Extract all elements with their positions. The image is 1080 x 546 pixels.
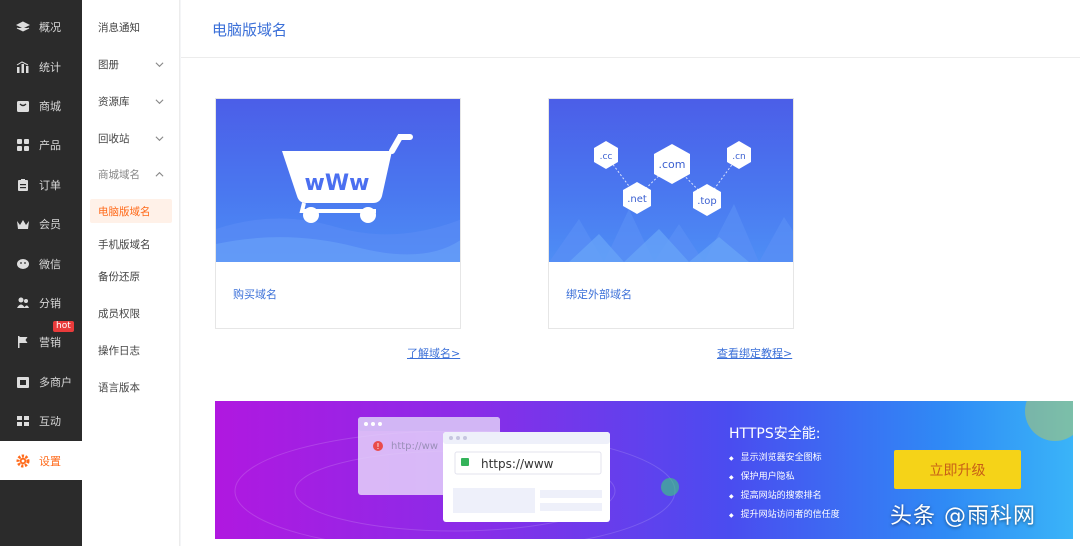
cart-illustration: wWw [216,99,460,262]
banner-features: 显示浏览器安全图标 保护用户隐私 提高网站的搜索排名 提升网站访问者的信任度 [729,449,840,525]
merchant-icon [16,375,30,389]
nav-item-interact[interactable]: 互动 [0,401,82,440]
nav-item-orders[interactable]: 订单 [0,165,82,204]
submenu-item-resources[interactable]: 资源库 [90,89,172,113]
submenu-item-store-domain[interactable]: 商城域名 [90,162,172,186]
nav-item-stats[interactable]: 统计 [0,47,82,86]
svg-text:!: ! [376,442,379,451]
nav-item-wechat[interactable]: 微信 [0,244,82,283]
chevron-down-icon [155,135,164,141]
bind-domain-caption[interactable]: 绑定外部域名 [549,262,793,302]
page-title: 电脑版域名 [181,0,1080,58]
nav-item-marketing[interactable]: 营销 [0,322,82,361]
tld-cn: .cn [732,152,746,162]
nav-item-merchants[interactable]: 多商户 [0,362,82,401]
submenu-item-pc-domain[interactable]: 电脑版域名 [90,199,172,223]
main-content: 电脑版域名 wWw 购买域名 了解域名> .cc .com .cn .net .… [181,0,1080,546]
feature-item: 保护用户隐私 [729,468,840,487]
submenu-item-recycle-bin[interactable]: 回收站 [90,126,172,150]
buy-domain-card[interactable]: wWw 购买域名 [215,98,461,329]
tld-top: .top [697,196,717,207]
tld-cc: .cc [600,152,613,162]
bind-domain-card[interactable]: .cc .com .cn .net .top 绑定外部域名 [548,98,794,329]
store-icon [16,99,30,113]
submenu-item-notifications[interactable]: 消息通知 [90,15,172,39]
nav-item-distribution[interactable]: 分销 [0,283,82,322]
nav-item-settings[interactable]: 设置 [0,441,82,480]
feature-item: 提高网站的搜索排名 [729,487,840,506]
crown-icon [16,217,30,231]
settings-submenu: 消息通知 图册 资源库 回收站 商城域名 电脑版域名 手机版域名 备份还原 成员… [82,0,180,546]
banner-title: HTTPS安全能: [729,426,821,442]
lock-icon [461,458,469,466]
back-url-text: http://ww [391,441,438,452]
front-url-text: https://www [481,457,554,471]
submenu-item-backup[interactable]: 备份还原 [90,264,172,288]
feature-item: 提升网站访问者的信任度 [729,506,840,525]
gear-icon [16,454,30,468]
submenu-item-permissions[interactable]: 成员权限 [90,301,172,325]
chevron-up-icon [155,171,164,177]
tld-illustration: .cc .com .cn .net .top [549,99,793,262]
layers-icon [16,20,30,34]
clipboard-icon [16,178,30,192]
watermark: 头条 @雨科网 [890,504,1036,529]
upgrade-button[interactable]: 立即升级 [894,450,1021,489]
buy-domain-caption[interactable]: 购买域名 [216,262,460,302]
nav-item-store[interactable]: 商城 [0,86,82,125]
submenu-item-album[interactable]: 图册 [90,52,172,76]
feature-item: 显示浏览器安全图标 [729,449,840,468]
grid-icon [16,138,30,152]
primary-sidebar: 概况 统计 商城 产品 订单 会员 微信 分销 hot 营销 多商户 互动 设置 [0,0,82,546]
bind-tutorial-link[interactable]: 查看绑定教程> [717,345,792,361]
submenu-item-mobile-domain[interactable]: 手机版域名 [90,232,172,256]
users-icon [16,296,30,310]
chevron-down-icon [155,98,164,104]
shield-icon [661,478,679,496]
browser-window-front: https://www [443,432,610,522]
flag-icon [16,335,30,349]
nav-item-members[interactable]: 会员 [0,204,82,243]
learn-domain-link[interactable]: 了解域名> [407,345,460,361]
chevron-down-icon [155,61,164,67]
www-art-text: wWw [305,171,370,196]
chart-icon [16,60,30,74]
tld-net: .net [627,194,647,205]
interact-icon [16,414,30,428]
submenu-item-language[interactable]: 语言版本 [90,375,172,399]
app-window: 概况 统计 商城 产品 订单 会员 微信 分销 hot 营销 多商户 互动 设置… [0,0,1080,546]
wechat-icon [16,257,30,271]
nav-item-products[interactable]: 产品 [0,125,82,164]
tld-com: .com [659,158,686,171]
submenu-item-logs[interactable]: 操作日志 [90,338,172,362]
nav-item-overview[interactable]: 概况 [0,7,82,46]
